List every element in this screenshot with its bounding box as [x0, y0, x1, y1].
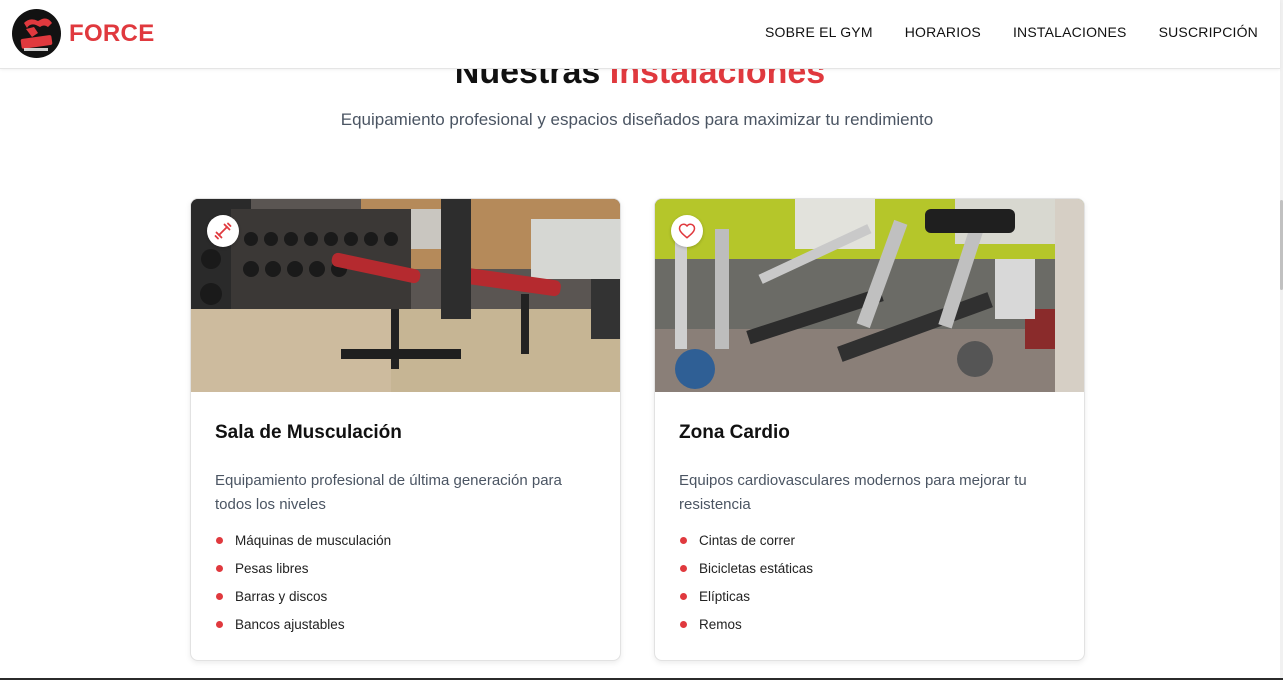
bullet-dot-icon: [216, 565, 223, 572]
feature-item: Máquinas de musculación: [215, 531, 596, 551]
feature-item: Elípticas: [679, 587, 1060, 607]
brand-name: FORCE: [69, 19, 155, 47]
feature-label: Bicicletas estáticas: [699, 561, 814, 576]
feature-label: Pesas libres: [235, 561, 309, 576]
section-subtitle: Equipamiento profesional y espacios dise…: [340, 110, 934, 129]
feature-label: Bancos ajustables: [235, 617, 345, 632]
card-title: Sala de Musculación: [215, 422, 402, 443]
bullet-dot-icon: [680, 593, 687, 600]
bullet-dot-icon: [680, 537, 687, 544]
feature-item: Remos: [679, 615, 1060, 635]
facility-image-cardio: [655, 199, 1084, 392]
facility-image-weights: [191, 199, 620, 392]
feature-label: Elípticas: [699, 589, 751, 604]
nav-horarios[interactable]: HORARIOS: [905, 24, 981, 40]
card-description: Equipos cardiovasculares modernos para m…: [679, 472, 1027, 513]
feature-item: Bancos ajustables: [215, 615, 596, 635]
feature-label: Cintas de correr: [699, 533, 796, 548]
feature-list: Máquinas de musculación Pesas libres Bar…: [215, 531, 596, 635]
bullet-dot-icon: [216, 537, 223, 544]
dumbbell-icon: [207, 215, 239, 247]
feature-label: Remos: [699, 617, 742, 632]
card-title: Zona Cardio: [679, 422, 790, 443]
feature-item: Barras y discos: [215, 587, 596, 607]
facility-card: Zona Cardio Equipos cardiovasculares mod…: [654, 198, 1085, 661]
bullet-dot-icon: [216, 593, 223, 600]
card-description: Equipamiento profesional de última gener…: [215, 472, 562, 513]
heart-icon: [671, 215, 703, 247]
feature-label: Barras y discos: [235, 589, 328, 604]
feature-item: Cintas de correr: [679, 531, 1060, 551]
site-header: FORCE SOBRE EL GYM HORARIOS INSTALACIONE…: [0, 0, 1280, 69]
facility-card: Sala de Musculación Equipamiento profesi…: [190, 198, 621, 661]
bullet-dot-icon: [216, 621, 223, 628]
feature-item: Pesas libres: [215, 559, 596, 579]
bullet-dot-icon: [680, 565, 687, 572]
nav-suscripcion[interactable]: SUSCRIPCIÓN: [1159, 24, 1258, 40]
logo-link[interactable]: FORCE: [12, 9, 155, 58]
feature-list: Cintas de correr Bicicletas estáticas El…: [679, 531, 1060, 635]
bullet-dot-icon: [680, 621, 687, 628]
main-nav: SOBRE EL GYM HORARIOS INSTALACIONES SUSC…: [733, 24, 1258, 40]
force-logo-icon: [12, 9, 61, 58]
nav-instalaciones[interactable]: INSTALACIONES: [1013, 24, 1127, 40]
feature-label: Máquinas de musculación: [235, 533, 392, 548]
feature-item: Bicicletas estáticas: [679, 559, 1060, 579]
nav-sobre-el-gym[interactable]: SOBRE EL GYM: [765, 24, 873, 40]
